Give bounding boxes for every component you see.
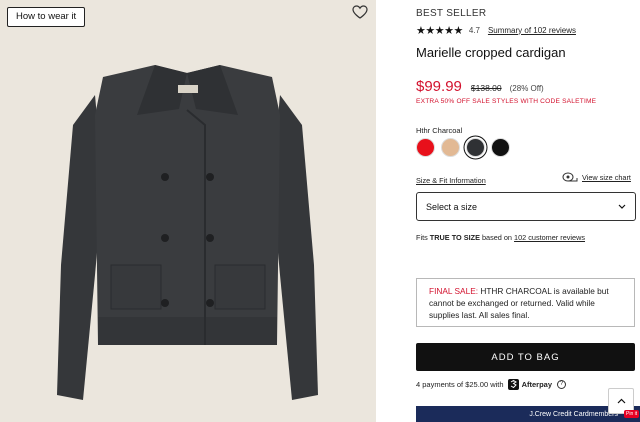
discount-percent: (28% Off) [509, 84, 544, 93]
rating-row: ★★★★★ 4.7 Summary of 102 reviews [416, 24, 576, 37]
product-image[interactable]: How to wear it [0, 0, 376, 422]
tape-measure-icon [562, 172, 578, 182]
product-title: Marielle cropped cardigan [416, 45, 566, 60]
original-price: $138.00 [470, 83, 502, 93]
swatch-red[interactable] [416, 138, 435, 157]
reviews-summary-link[interactable]: Summary of 102 reviews [488, 26, 576, 35]
info-icon[interactable]: ? [557, 379, 566, 389]
final-sale-notice: FINAL SALE: HTHR CHARCOAL is available b… [416, 278, 635, 327]
pin-it-button[interactable]: Pin it [624, 410, 640, 418]
size-chart-label: View size chart [582, 172, 631, 182]
final-sale-label: FINAL SALE: [429, 286, 479, 296]
size-chart-link[interactable]: View size chart [562, 172, 631, 182]
fit-rating: TRUE TO SIZE [429, 233, 480, 242]
fit-mid: based on [479, 233, 515, 242]
customer-reviews-link[interactable]: 102 customer reviews [514, 233, 585, 242]
chevron-up-icon [617, 398, 625, 404]
add-to-bag-button[interactable]: ADD TO BAG [416, 343, 635, 371]
promo-message: EXTRA 50% OFF SALE STYLES WITH CODE SALE… [416, 98, 597, 105]
swatch-black[interactable] [491, 138, 510, 157]
product-details-panel: BEST SELLER ★★★★★ 4.7 Summary of 102 rev… [376, 0, 640, 422]
best-seller-badge: BEST SELLER [416, 8, 487, 19]
credit-card-banner[interactable]: J.Crew Credit Cardmembers [416, 406, 640, 422]
afterpay-logo-icon [507, 378, 519, 390]
sale-price: $99.99 [416, 78, 462, 95]
color-swatches [416, 138, 510, 157]
cardigan-image [57, 65, 318, 400]
size-select-value: Select a size [426, 201, 478, 212]
size-select[interactable]: Select a size [416, 192, 636, 221]
afterpay-row: 4 payments of $25.00 with Afterpay ? [416, 378, 566, 390]
how-to-wear-button[interactable]: How to wear it [7, 7, 86, 27]
star-rating-icon: ★★★★★ [416, 24, 463, 37]
chevron-down-icon [618, 204, 626, 209]
swatch-charcoal[interactable] [466, 138, 485, 157]
afterpay-text: 4 payments of $25.00 with [416, 379, 504, 389]
size-fit-link[interactable]: Size & Fit Information [416, 176, 486, 185]
rating-value: 4.7 [468, 25, 480, 35]
color-name: Hthr Charcoal [416, 126, 463, 135]
afterpay-name: Afterpay [521, 379, 552, 389]
fit-info: Fits TRUE TO SIZE based on 102 customer … [416, 233, 585, 242]
fit-prefix: Fits [416, 233, 430, 242]
price-row: $99.99 $138.00 (28% Off) [416, 78, 544, 95]
swatch-tan[interactable] [441, 138, 460, 157]
heart-outline-icon[interactable] [352, 5, 368, 19]
